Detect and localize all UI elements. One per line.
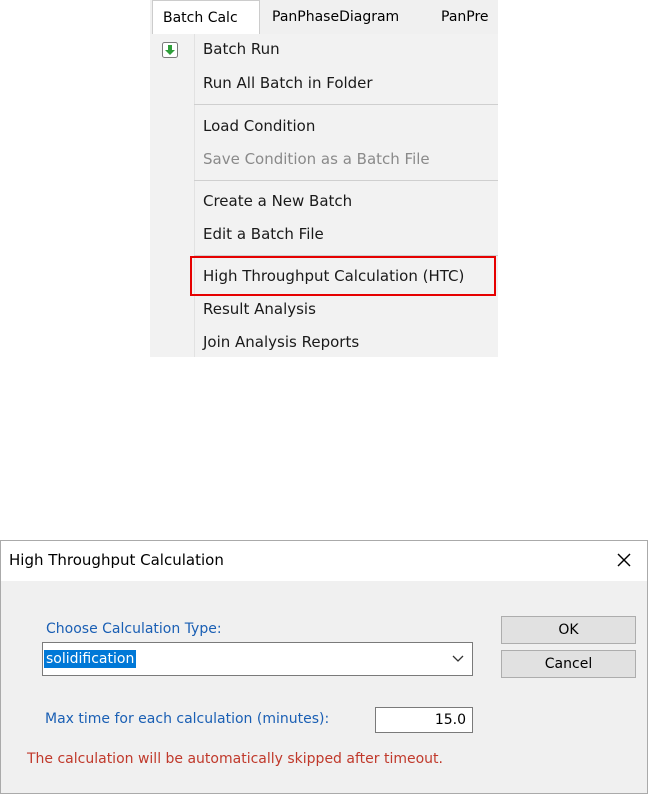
menu-item-create-new-batch[interactable]: Create a New Batch (203, 192, 352, 210)
calculation-type-value: solidification (44, 650, 137, 668)
dialog-title: High Throughput Calculation (9, 551, 224, 569)
menu-separator (194, 180, 498, 181)
menubar: Batch Calc PanPhaseDiagram PanPre (150, 0, 498, 34)
batch-calc-menu-screenshot: Batch Calc PanPhaseDiagram PanPre Batch … (150, 0, 498, 357)
htc-dialog: High Throughput Calculation Choose Calcu… (0, 540, 648, 794)
ok-button[interactable]: OK (501, 616, 636, 644)
tab-panpre[interactable]: PanPre (441, 0, 498, 34)
menu-item-join-analysis-reports[interactable]: Join Analysis Reports (203, 333, 359, 351)
tab-batch-calc[interactable]: Batch Calc (152, 0, 260, 34)
menu-item-load-condition[interactable]: Load Condition (203, 117, 315, 135)
max-time-input[interactable]: 15.0 (375, 707, 473, 733)
close-icon[interactable] (615, 551, 633, 569)
menu-item-batch-run[interactable]: Batch Run (203, 40, 280, 58)
menu-separator (194, 104, 498, 105)
menu-icon-gutter (194, 34, 195, 357)
cancel-button[interactable]: Cancel (501, 650, 636, 678)
calculation-type-select[interactable]: solidification (42, 642, 473, 676)
dialog-titlebar: High Throughput Calculation (1, 541, 647, 581)
menu-item-save-condition-as-batch-file: Save Condition as a Batch File (203, 150, 430, 168)
calculation-type-label: Choose Calculation Type: (46, 621, 222, 637)
batch-calc-dropdown: Batch Run Run All Batch in Folder Load C… (150, 34, 498, 357)
timeout-warning: The calculation will be automatically sk… (27, 751, 443, 767)
menu-item-result-analysis[interactable]: Result Analysis (203, 300, 316, 318)
menu-item-run-all-batch-in-folder[interactable]: Run All Batch in Folder (203, 74, 373, 92)
tab-panphasediagram[interactable]: PanPhaseDiagram (272, 0, 399, 34)
chevron-down-icon[interactable] (452, 654, 464, 664)
max-time-label: Max time for each calculation (minutes): (45, 711, 330, 727)
menu-item-edit-batch-file[interactable]: Edit a Batch File (203, 225, 324, 243)
htc-highlight-box (190, 256, 496, 296)
batch-run-icon (162, 42, 178, 58)
